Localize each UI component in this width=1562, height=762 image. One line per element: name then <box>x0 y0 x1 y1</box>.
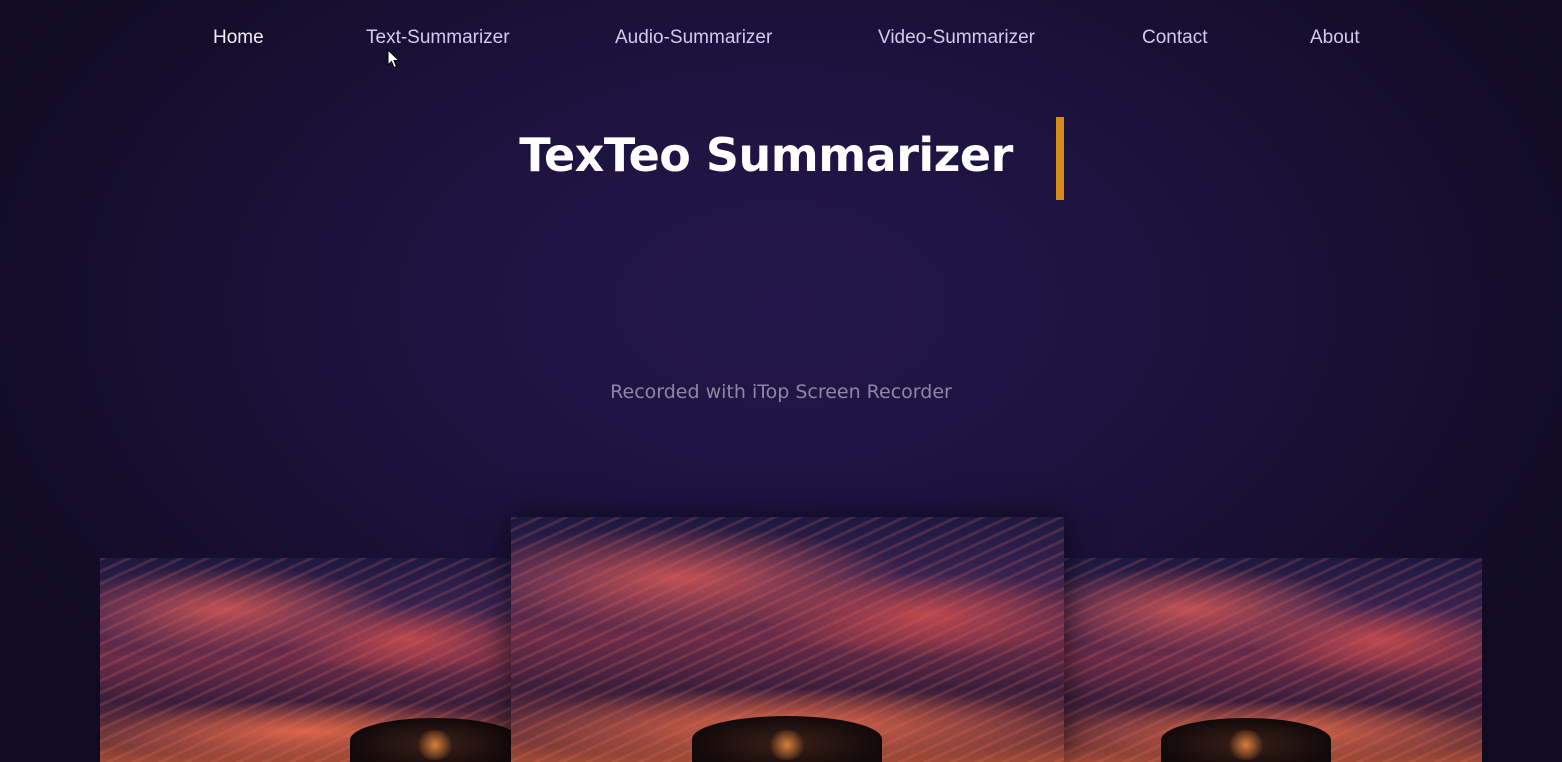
sun-glow <box>415 730 455 760</box>
gallery-image-right[interactable] <box>1064 558 1482 762</box>
nav-about-link[interactable]: About <box>1310 27 1360 49</box>
nav-text-summarizer-link[interactable]: Text-Summarizer <box>366 27 510 49</box>
nav-audio-summarizer-link[interactable]: Audio-Summarizer <box>615 27 772 49</box>
hero-heading: TexTeo Summarizer <box>0 128 1562 182</box>
nav-video-summarizer-link[interactable]: Video-Summarizer <box>878 27 1035 49</box>
sun-glow <box>767 730 807 760</box>
recorder-watermark: Recorded with iTop Screen Recorder <box>610 381 952 403</box>
gallery-image-left[interactable] <box>100 558 511 762</box>
nav-home-link[interactable]: Home <box>213 27 264 49</box>
gallery-image-center[interactable] <box>511 517 1064 762</box>
page-title: TexTeo Summarizer <box>519 128 1013 182</box>
typing-caret <box>1056 117 1064 200</box>
top-navbar: Home Text-Summarizer Audio-Summarizer Vi… <box>0 0 1562 80</box>
sun-glow <box>1226 730 1266 760</box>
nav-contact-link[interactable]: Contact <box>1142 27 1207 49</box>
